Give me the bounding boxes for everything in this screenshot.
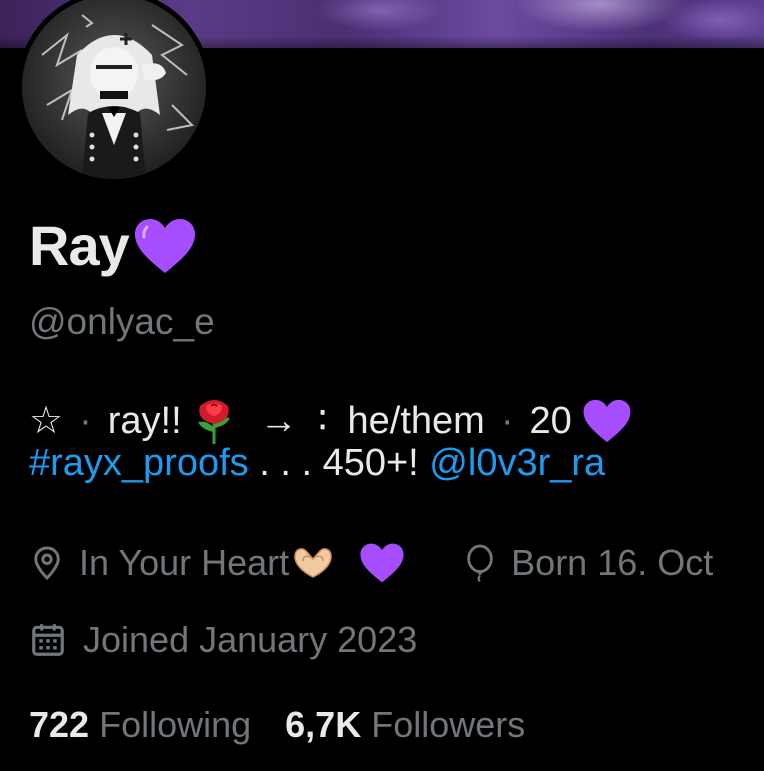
location-text: In Your Heart (79, 542, 290, 583)
location-item: In Your Heart (29, 541, 419, 585)
heart-hands-icon (291, 545, 349, 581)
birthday-item: Born 16. Oct (463, 541, 713, 585)
profile-meta: In Your Heart Born 16. Oct (29, 541, 713, 585)
joined-text: Joined January 2023 (83, 619, 418, 660)
following-label: Following (99, 704, 252, 745)
followers-label: Followers (371, 704, 526, 745)
bio-line-2: #rayx_proofs . . . 450+! @l0v3r_ra (29, 438, 764, 488)
balloon-icon (467, 544, 493, 582)
follow-stats: 722 Following 6,7K Followers (29, 703, 525, 747)
birthday-text: Born 16. Oct (511, 542, 714, 583)
purple-heart-icon (133, 217, 197, 275)
following-link[interactable]: 722 Following (29, 703, 251, 747)
bio-text: . . . 450+! (248, 442, 430, 484)
purple-heart-icon (359, 542, 419, 584)
profile-page: Ray @onlyac_e ☆ · ray!! → ∶ he/them · 20… (0, 0, 764, 771)
followers-count: 6,7K (285, 704, 362, 745)
user-handle: @onlyac_e (29, 301, 215, 342)
hashtag-link[interactable]: #rayx_proofs (29, 438, 249, 488)
bio: ☆ · ray!! → ∶ he/them · 20 #rayx_proofs … (29, 396, 764, 488)
avatar[interactable] (17, 0, 211, 184)
followers-link[interactable]: 6,7K Followers (285, 703, 525, 747)
following-count: 722 (29, 704, 90, 745)
mention-link[interactable]: @l0v3r_ra (429, 438, 605, 488)
display-name: Ray (29, 214, 130, 277)
location-pin-icon (34, 546, 60, 581)
display-name-row: Ray (29, 214, 197, 278)
avatar-image (22, 0, 206, 179)
calendar-icon (32, 624, 64, 656)
joined-date: Joined January 2023 (29, 618, 417, 662)
